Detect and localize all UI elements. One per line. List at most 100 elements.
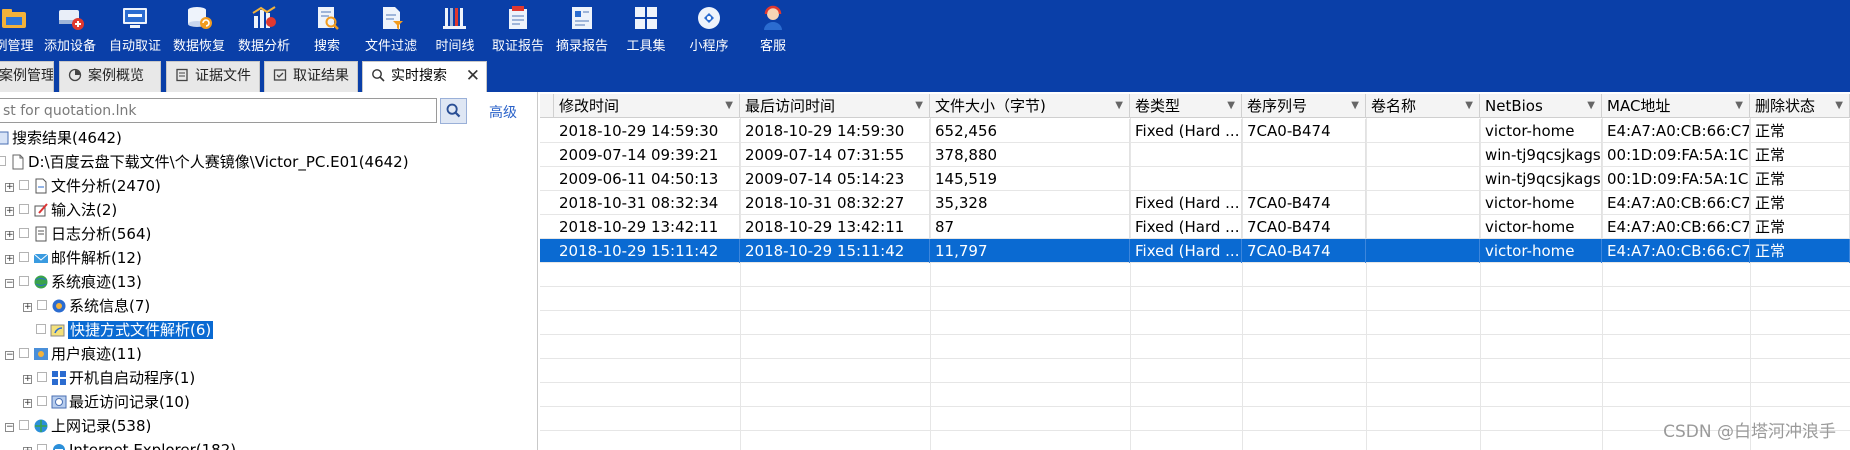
tree-node-email-parsing[interactable]: + 邮件解析(12) (5, 247, 142, 269)
shortcut-icon (50, 322, 66, 338)
tree-checkbox[interactable] (19, 180, 29, 190)
collapse-icon[interactable]: − (5, 423, 14, 432)
table-row-empty (540, 335, 1850, 359)
toolset-grid-icon (631, 4, 661, 32)
tree-node-internet-explorer[interactable]: +Internet Explorer(182) (23, 439, 236, 450)
tree-checkbox[interactable] (37, 372, 47, 382)
filter-icon[interactable]: ▼ (915, 94, 923, 118)
table-row-empty (540, 263, 1850, 287)
column-header-volume-name[interactable]: 卷名称 ▼ (1366, 94, 1480, 118)
close-icon[interactable]: ✕ (466, 62, 480, 91)
advanced-search-link[interactable]: 高级 (489, 102, 517, 122)
tree-node-startup-programs[interactable]: + 开机自启动程序(1) (23, 367, 195, 389)
column-header-file-size[interactable]: 文件大小（字节) ▼ (930, 94, 1130, 118)
tab-strip: 案例管理 案例概览 证据文件 取证结果 实时搜索 ✕ (0, 57, 1850, 92)
tree-checkbox[interactable] (37, 300, 47, 310)
column-header-volume-type[interactable]: 卷类型 ▼ (1130, 94, 1242, 118)
filter-icon[interactable]: ▼ (1351, 94, 1359, 118)
expand-icon[interactable]: + (5, 207, 14, 216)
user-traces-icon (33, 346, 49, 362)
table-row-empty (540, 383, 1850, 407)
filter-icon[interactable]: ▼ (1587, 94, 1595, 118)
tree-node-file-analysis[interactable]: + 文件分析(2470) (5, 175, 161, 197)
tree-node-recent-access[interactable]: + 最近访问记录(10) (23, 391, 190, 413)
tree-checkbox[interactable] (19, 420, 29, 430)
tab-evidence-files[interactable]: 证据文件 (166, 61, 260, 92)
column-header-volume-serial[interactable]: 卷序列号 ▼ (1242, 94, 1366, 118)
result-icon (273, 64, 287, 81)
add-device-icon (55, 4, 85, 32)
tab-forensic-results[interactable]: 取证结果 (264, 61, 358, 92)
magnifier-icon (446, 103, 461, 118)
tree-checkbox[interactable] (19, 228, 29, 238)
timeline-icon (440, 4, 470, 32)
results-node-icon (0, 130, 10, 146)
table-row[interactable]: 2009-07-14 09:39:21 2009-07-14 07:31:55 … (540, 143, 1850, 167)
system-info-icon (51, 298, 67, 314)
column-header-last-access-time[interactable]: 最后访问时间 ▼ (740, 94, 930, 118)
filter-icon[interactable]: ▼ (1115, 94, 1123, 118)
filter-icon[interactable]: ▼ (1465, 94, 1473, 118)
column-header-mac-address[interactable]: MAC地址 ▼ (1602, 94, 1750, 118)
excerpt-report-icon (567, 4, 597, 32)
expand-icon[interactable]: + (5, 231, 14, 240)
search-document-icon (312, 4, 342, 32)
tree-node-shortcut-parsing[interactable]: 快捷方式文件解析(6) (36, 319, 214, 341)
column-header-delete-status[interactable]: 删除状态 ▼ (1750, 94, 1850, 118)
tree-node-system-traces[interactable]: − 系统痕迹(13) (5, 271, 142, 293)
tab-realtime-search[interactable]: 实时搜索 ✕ (362, 61, 487, 92)
file-analysis-icon (33, 178, 49, 194)
tree-checkbox[interactable] (19, 348, 29, 358)
log-book-icon (33, 226, 49, 242)
results-grid: 修改时间 ▼ 最后访问时间 ▼ 文件大小（字节) ▼ 卷类型 ▼ 卷序列号 ▼ 卷名称 ▼ … (540, 92, 1850, 450)
tree-node-input-method[interactable]: + 输入法(2) (5, 199, 117, 221)
tab-case-management[interactable]: 案例管理 (0, 61, 54, 92)
tree-checkbox[interactable] (19, 204, 29, 214)
tree-node-web-history[interactable]: − 上网记录(538) (5, 415, 151, 437)
search-icon (371, 64, 385, 82)
filter-icon[interactable]: ▼ (1835, 94, 1843, 118)
mini-program-icon (694, 4, 724, 32)
tree-node-user-traces[interactable]: − 用户痕迹(11) (5, 343, 142, 365)
column-header-modified-time[interactable]: 修改时间 ▼ (554, 94, 740, 118)
tree-checkbox[interactable] (36, 324, 46, 334)
filter-icon[interactable]: ▼ (1735, 94, 1743, 118)
tree-checkbox[interactable] (19, 276, 29, 286)
header-row-selector (540, 94, 554, 118)
filter-icon[interactable]: ▼ (1227, 94, 1235, 118)
table-row-empty (540, 311, 1850, 335)
table-row[interactable]: 2009-06-11 04:50:13 2009-07-14 05:14:23 … (540, 167, 1850, 191)
tree-node-log-analysis[interactable]: + 日志分析(564) (5, 223, 151, 245)
expand-icon[interactable]: + (23, 375, 32, 384)
collapse-icon[interactable]: − (5, 279, 14, 288)
search-tree-panel: 高级 搜索结果(4642) D:\百度云盘下载文件\个人赛镜像\Victor_P… (0, 92, 538, 450)
expand-icon[interactable]: + (5, 183, 14, 192)
auto-forensics-icon (120, 4, 150, 32)
search-input[interactable] (0, 98, 437, 123)
web-globe-icon (33, 418, 49, 434)
table-row-selected[interactable]: 2018-10-29 15:11:42 2018-10-29 15:11:42 … (540, 239, 1850, 263)
internet-explorer-icon (51, 442, 67, 450)
expand-icon[interactable]: + (23, 303, 32, 312)
search-button[interactable] (440, 98, 467, 124)
expand-icon[interactable]: + (5, 255, 14, 264)
tree-checkbox[interactable] (0, 156, 6, 166)
tree-node-search-results[interactable]: 搜索结果(4642) (0, 127, 122, 149)
windows-icon (51, 370, 67, 386)
grid-header: 修改时间 ▼ 最后访问时间 ▼ 文件大小（字节) ▼ 卷类型 ▼ 卷序列号 ▼ 卷名称 ▼ … (540, 94, 1850, 118)
tab-case-overview[interactable]: 案例概览 (59, 61, 161, 92)
tree-node-evidence-image[interactable]: D:\百度云盘下载文件\个人赛镜像\Victor_PC.E01(4642) (0, 151, 409, 173)
data-analysis-icon (249, 4, 279, 32)
table-row[interactable]: 2018-10-29 13:42:11 2018-10-29 13:42:11 … (540, 215, 1850, 239)
column-header-netbios[interactable]: NetBios ▼ (1480, 94, 1602, 118)
toolbar-customer-service-button[interactable]: 客服 (733, 2, 813, 56)
table-row[interactable]: 2018-10-31 08:32:34 2018-10-31 08:32:27 … (540, 191, 1850, 215)
tree-checkbox[interactable] (37, 396, 47, 406)
tree-checkbox[interactable] (37, 444, 47, 450)
tree-node-system-info[interactable]: + 系统信息(7) (23, 295, 150, 317)
tree-checkbox[interactable] (19, 252, 29, 262)
expand-icon[interactable]: + (23, 399, 32, 408)
table-row[interactable]: 2018-10-29 14:59:30 2018-10-29 14:59:30 … (540, 119, 1850, 143)
filter-icon[interactable]: ▼ (725, 94, 733, 118)
collapse-icon[interactable]: − (5, 351, 14, 360)
